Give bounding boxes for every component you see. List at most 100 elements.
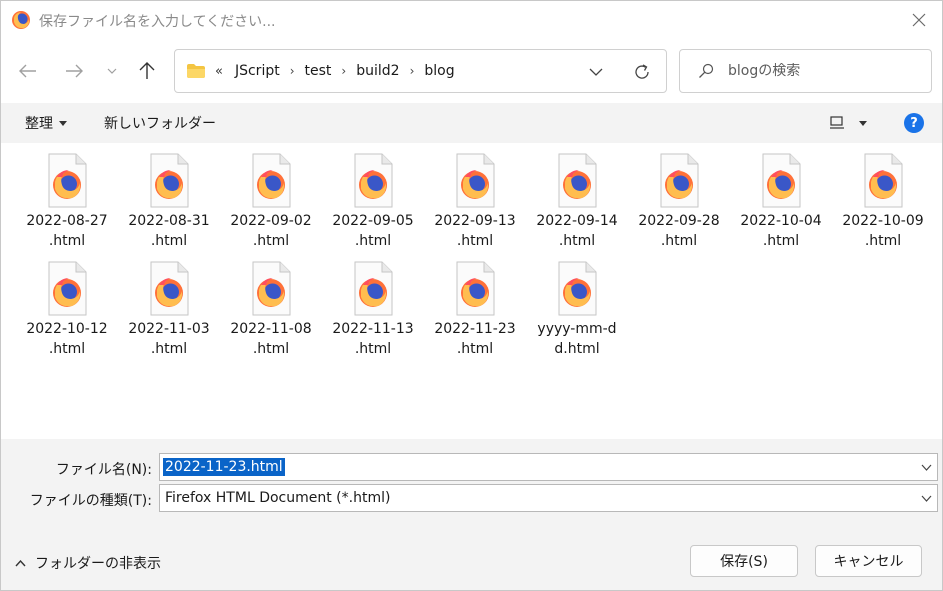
chevron-down-icon (921, 464, 931, 471)
recent-locations-button[interactable] (97, 56, 127, 86)
new-folder-button[interactable]: 新しいフォルダー (104, 103, 216, 143)
address-history-button[interactable] (584, 60, 608, 84)
file-name-line: .html (456, 233, 494, 249)
firefox-html-file-icon (45, 153, 89, 209)
file-name-line: 2022-11-08 (230, 321, 312, 337)
file-item[interactable]: 2022-10-12 .html (16, 261, 118, 369)
file-list[interactable]: 2022-08-27 .html 2022-08-31 .html 2022-09-… (1, 143, 942, 439)
cancel-button[interactable]: キャンセル (815, 545, 922, 577)
file-name-line: .html (252, 341, 290, 357)
file-name: 2022-08-31 .html (121, 211, 217, 251)
help-button[interactable]: ? (904, 113, 924, 133)
firefox-html-file-icon (45, 261, 89, 317)
hide-folders-label: フォルダーの非表示 (35, 556, 161, 572)
file-item[interactable]: yyyy-mm-d d.html (526, 261, 628, 369)
file-name-line: 2022-11-13 (332, 321, 414, 337)
filename-dropdown-button[interactable] (919, 460, 933, 474)
file-grid: 2022-08-27 .html 2022-08-31 .html 2022-09-… (16, 153, 936, 369)
file-name: 2022-11-08 .html (223, 319, 319, 359)
file-item[interactable]: 2022-11-03 .html (118, 261, 220, 369)
file-name: 2022-11-03 .html (121, 319, 217, 359)
arrow-right-icon (66, 64, 83, 78)
file-name-line: .html (762, 233, 800, 249)
firefox-icon (12, 11, 30, 29)
file-name-line: .html (48, 341, 86, 357)
file-name-line: .html (150, 341, 188, 357)
back-button[interactable] (13, 56, 43, 86)
filename-field[interactable]: 2022-11-23.html (159, 453, 938, 481)
arrow-left-icon (19, 64, 36, 78)
breadcrumb-item-jscript[interactable]: JScript (229, 63, 286, 79)
file-item[interactable]: 2022-10-09 .html (832, 153, 934, 261)
close-button[interactable] (896, 1, 942, 39)
forward-button[interactable] (59, 56, 89, 86)
file-item[interactable]: 2022-09-05 .html (322, 153, 424, 261)
file-name-line: 2022-09-05 (332, 213, 414, 229)
command-bar: 整理 新しいフォルダー ? (1, 103, 942, 143)
file-name: 2022-09-28 .html (631, 211, 727, 251)
file-item[interactable]: 2022-09-13 .html (424, 153, 526, 261)
file-item[interactable]: 2022-09-02 .html (220, 153, 322, 261)
chevron-down-icon (921, 495, 931, 502)
chevron-right-icon[interactable]: › (286, 64, 299, 78)
chevron-up-icon (15, 559, 26, 566)
up-button[interactable] (132, 56, 162, 86)
breadcrumb-overflow[interactable]: « (215, 64, 223, 79)
file-name-line: 2022-08-31 (128, 213, 210, 229)
firefox-html-file-icon (249, 153, 293, 209)
file-name-line: 2022-09-13 (434, 213, 516, 229)
navigation-bar: « JScript › test › build2 › blog (1, 39, 942, 103)
file-name-line: 2022-09-28 (638, 213, 720, 229)
save-button[interactable]: 保存(S) (690, 545, 798, 577)
file-name-line: d.html (554, 341, 600, 357)
refresh-button[interactable] (628, 58, 656, 86)
filename-input[interactable]: 2022-11-23.html (163, 458, 285, 476)
firefox-html-file-icon (147, 261, 191, 317)
breadcrumb-item-blog[interactable]: blog (418, 63, 460, 79)
file-item[interactable]: 2022-11-08 .html (220, 261, 322, 369)
file-name: 2022-09-02 .html (223, 211, 319, 251)
view-options-button[interactable] (829, 103, 867, 143)
file-item[interactable]: 2022-08-27 .html (16, 153, 118, 261)
file-item[interactable]: 2022-09-14 .html (526, 153, 628, 261)
firefox-html-file-icon (453, 261, 497, 317)
search-input[interactable] (728, 63, 918, 79)
save-dialog: 保存ファイル名を入力してください... « JScript › test › b… (0, 0, 943, 591)
file-name-line: 2022-11-23 (434, 321, 516, 337)
file-name-line: 2022-09-14 (536, 213, 618, 229)
file-name-line: .html (252, 233, 290, 249)
file-name-line: 2022-10-04 (740, 213, 822, 229)
organize-button[interactable]: 整理 (25, 103, 67, 143)
hide-folders-toggle[interactable]: フォルダーの非表示 (15, 553, 161, 573)
breadcrumb-item-test[interactable]: test (299, 63, 338, 79)
address-bar[interactable]: « JScript › test › build2 › blog (174, 49, 667, 93)
file-item[interactable]: 2022-11-23 .html (424, 261, 526, 369)
file-item[interactable]: 2022-11-13 .html (322, 261, 424, 369)
file-name-line: .html (660, 233, 698, 249)
file-name: 2022-11-13 .html (325, 319, 421, 359)
firefox-html-file-icon (147, 153, 191, 209)
title-bar: 保存ファイル名を入力してください... (1, 1, 942, 39)
breadcrumb-item-build2[interactable]: build2 (350, 63, 405, 79)
file-name-line: 2022-10-12 (26, 321, 108, 337)
file-name-line: .html (456, 341, 494, 357)
firefox-html-file-icon (555, 261, 599, 317)
chevron-down-icon (107, 68, 117, 74)
file-item[interactable]: 2022-08-31 .html (118, 153, 220, 261)
breadcrumb: JScript › test › build2 › blog (229, 63, 461, 79)
file-name-line: .html (558, 233, 596, 249)
firefox-html-file-icon (453, 153, 497, 209)
chevron-right-icon[interactable]: › (406, 64, 419, 78)
refresh-icon (635, 64, 649, 79)
file-name: 2022-08-27 .html (19, 211, 115, 251)
chevron-right-icon[interactable]: › (337, 64, 350, 78)
file-name-line: .html (354, 341, 392, 357)
folder-icon (187, 64, 205, 78)
file-item[interactable]: 2022-09-28 .html (628, 153, 730, 261)
filetype-select[interactable]: Firefox HTML Document (*.html) (159, 484, 938, 512)
file-name: 2022-11-23 .html (427, 319, 523, 359)
search-box[interactable] (679, 49, 932, 93)
file-item[interactable]: 2022-10-04 .html (730, 153, 832, 261)
dialog-title: 保存ファイル名を入力してください... (39, 14, 276, 30)
filetype-dropdown-button[interactable] (919, 491, 933, 505)
